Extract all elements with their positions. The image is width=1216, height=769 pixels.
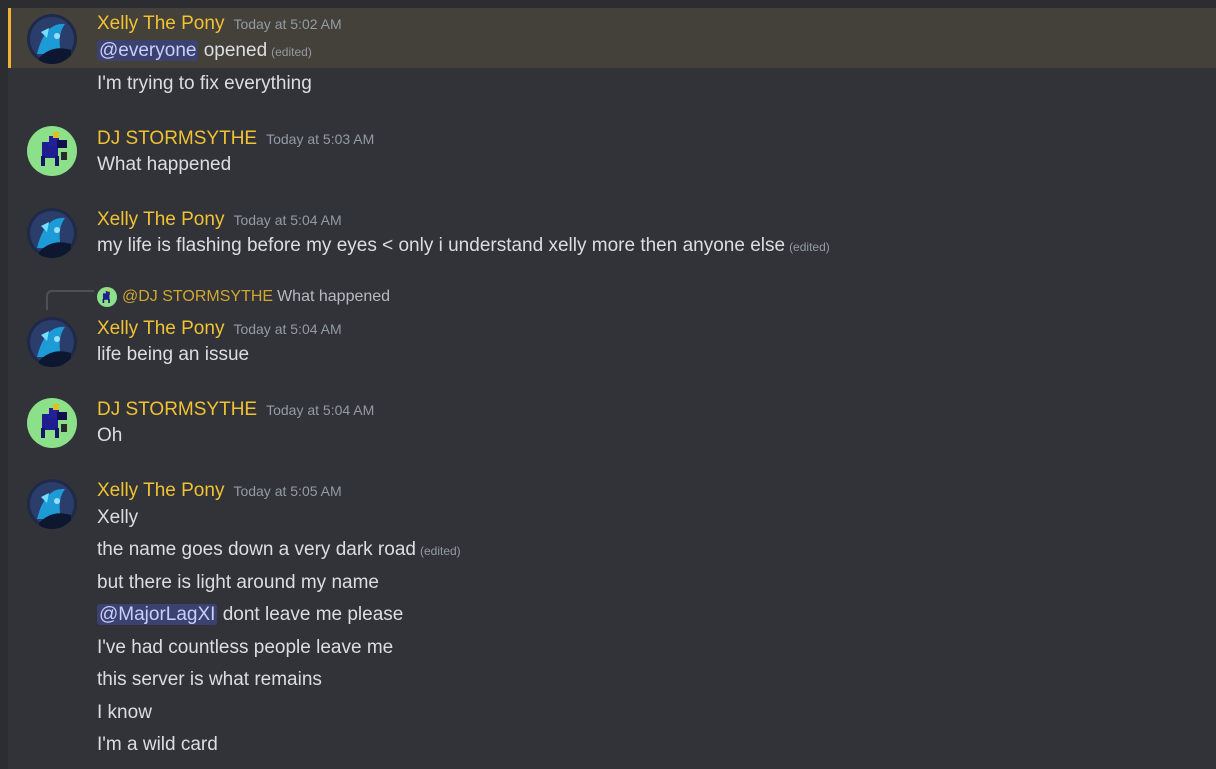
timestamp[interactable]: Today at 5:04 AM <box>233 212 341 228</box>
message-line: Xelly <box>97 505 138 531</box>
message-header: Xelly The Pony Today at 5:04 AM <box>97 207 342 233</box>
message-line: this server is what remains <box>97 667 322 693</box>
avatar[interactable] <box>27 126 77 176</box>
message-text: opened <box>198 40 268 61</box>
author-name[interactable]: Xelly The Pony <box>97 318 224 339</box>
edited-label: (edited) <box>789 240 830 254</box>
reply-reference[interactable]: @DJ STORMSYTHE What happened <box>97 287 390 307</box>
message-line: Oh <box>97 423 122 449</box>
reply-author[interactable]: @DJ STORMSYTHE <box>122 288 273 305</box>
mention-everyone[interactable]: @everyone <box>97 40 199 61</box>
timestamp[interactable]: Today at 5:05 AM <box>233 483 341 499</box>
message-line: I know <box>97 700 152 726</box>
message-line: I'm a wild card <box>97 732 218 758</box>
reply-avatar <box>97 287 117 307</box>
message-line: I'm trying to fix everything <box>97 71 312 97</box>
message-text: I'm a wild card <box>97 734 218 755</box>
avatar[interactable] <box>27 317 77 367</box>
avatar[interactable] <box>27 208 77 258</box>
author-name[interactable]: Xelly The Pony <box>97 480 224 501</box>
message-text: this server is what remains <box>97 669 322 690</box>
message-header: DJ STORMSYTHE Today at 5:04 AM <box>97 397 374 423</box>
message-line: @everyone opened (edited) <box>97 38 312 64</box>
avatar[interactable] <box>27 14 77 64</box>
author-name[interactable]: DJ STORMSYTHE <box>97 399 257 420</box>
message-line: I've had countless people leave me <box>97 635 393 661</box>
avatar[interactable] <box>27 479 77 529</box>
message-line: but there is light around my name <box>97 570 379 596</box>
message-text: but there is light around my name <box>97 572 379 593</box>
message-header: Xelly The Pony Today at 5:05 AM <box>97 478 342 504</box>
message-line: What happened <box>97 152 231 178</box>
reply-text[interactable]: What happened <box>277 288 390 305</box>
message-header: Xelly The Pony Today at 5:02 AM <box>97 11 342 37</box>
timestamp[interactable]: Today at 5:04 AM <box>266 402 374 418</box>
message-text: dont leave me please <box>217 604 404 625</box>
message-text: life being an issue <box>97 344 250 365</box>
top-bar <box>0 0 1216 8</box>
message-text: the name goes down a very dark road <box>97 539 416 560</box>
timestamp[interactable]: Today at 5:03 AM <box>266 131 374 147</box>
avatar[interactable] <box>27 398 77 448</box>
message-line: my life is flashing before my eyes < onl… <box>97 233 830 259</box>
message-line: @MajorLagXI dont leave me please <box>97 602 403 628</box>
author-name[interactable]: DJ STORMSYTHE <box>97 128 257 149</box>
message-text: I know <box>97 702 152 723</box>
message-text: I'm trying to fix everything <box>97 73 312 94</box>
mention-user[interactable]: @MajorLagXI <box>97 604 218 625</box>
message-text: Oh <box>97 425 123 446</box>
edited-label: (edited) <box>419 544 461 558</box>
message-header: DJ STORMSYTHE Today at 5:03 AM <box>97 126 374 152</box>
message-text: I've had countless people leave me <box>97 637 394 658</box>
message-line: the name goes down a very dark road (edit… <box>97 537 461 563</box>
message-text: What happened <box>97 154 232 175</box>
message-text: Xelly <box>97 507 139 528</box>
author-name[interactable]: Xelly The Pony <box>97 209 224 230</box>
author-name[interactable]: Xelly The Pony <box>97 13 224 34</box>
reply-connector <box>46 290 94 310</box>
edited-label: (edited) <box>271 45 312 59</box>
message-text: my life is flashing before my eyes < onl… <box>97 235 786 256</box>
message-line: life being an issue <box>97 342 249 368</box>
timestamp[interactable]: Today at 5:02 AM <box>233 16 341 32</box>
message-header: Xelly The Pony Today at 5:04 AM <box>97 316 342 342</box>
left-gutter <box>0 0 8 769</box>
timestamp[interactable]: Today at 5:04 AM <box>233 321 341 337</box>
